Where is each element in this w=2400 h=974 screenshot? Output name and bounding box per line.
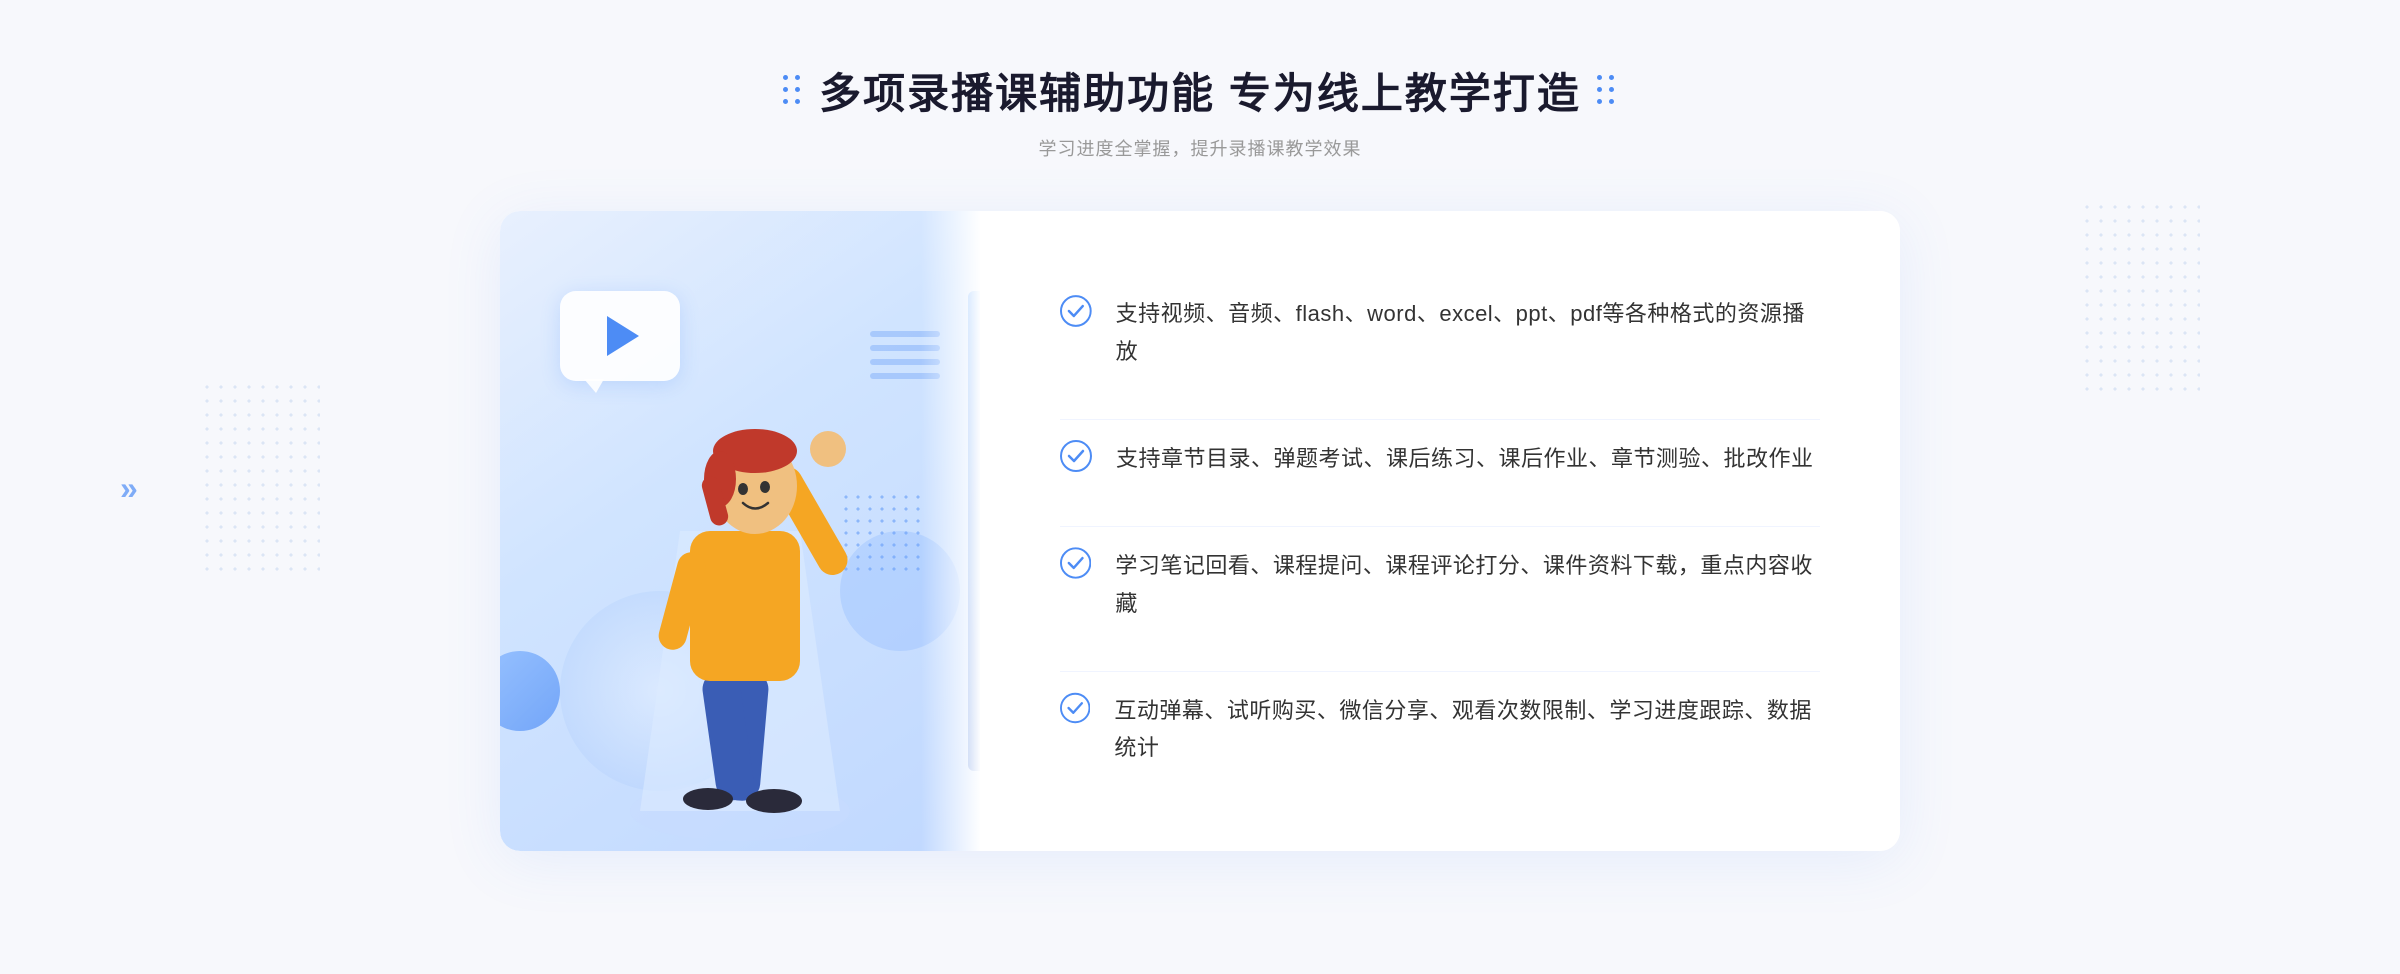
check-icon-4: [1060, 692, 1090, 724]
accent-bar: [968, 291, 980, 771]
page-wrapper: » 多项录播课辅助功能 专为线上教学打造 学习进度全掌握，提升录播课教学效果: [0, 0, 2400, 974]
feature-text-3: 学习笔记回看、课程提问、课程评论打分、课件资料下载，重点内容收藏: [1115, 547, 1820, 622]
page-title: 多项录播课辅助功能 专为线上教学打造: [783, 60, 1617, 121]
page-subtitle: 学习进度全掌握，提升录播课教学效果: [783, 135, 1617, 161]
feature-text-4: 互动弹幕、试听购买、微信分享、观看次数限制、学习进度跟踪、数据统计: [1114, 692, 1820, 767]
chevron-left-icon: »: [120, 470, 138, 507]
title-text: 多项录播课辅助功能 专为线上教学打造: [819, 60, 1581, 121]
person-illustration: [600, 331, 880, 851]
feature-item-1: 支持视频、音频、flash、word、excel、ppt、pdf等各种格式的资源…: [1060, 275, 1820, 390]
feature-text-1: 支持视频、音频、flash、word、excel、ppt、pdf等各种格式的资源…: [1116, 295, 1820, 370]
check-icon-3: [1060, 547, 1091, 579]
figure-container: [600, 331, 880, 851]
title-dot-grid-right: [1597, 75, 1617, 107]
illustration-area: [500, 211, 980, 851]
title-dot-grid-left: [783, 75, 803, 107]
bg-dots-right: [2080, 200, 2200, 400]
feature-item-2: 支持章节目录、弹题考试、课后练习、课后作业、章节测验、批改作业: [1060, 419, 1820, 497]
main-content-card: 支持视频、音频、flash、word、excel、ppt、pdf等各种格式的资源…: [500, 211, 1900, 851]
header-section: 多项录播课辅助功能 专为线上教学打造 学习进度全掌握，提升录播课教学效果: [783, 60, 1617, 161]
deco-lines: [870, 331, 940, 411]
feature-item-3: 学习笔记回看、课程提问、课程评论打分、课件资料下载，重点内容收藏: [1060, 526, 1820, 642]
check-icon-2: [1060, 440, 1092, 472]
bg-dots-left: [200, 380, 320, 580]
check-icon-1: [1060, 295, 1092, 327]
feature-text-2: 支持章节目录、弹题考试、课后练习、课后作业、章节测验、批改作业: [1116, 440, 1814, 477]
features-area: 支持视频、音频、flash、word、excel、ppt、pdf等各种格式的资源…: [980, 211, 1900, 851]
feature-item-4: 互动弹幕、试听购买、微信分享、观看次数限制、学习进度跟踪、数据统计: [1060, 671, 1820, 787]
deco-small-circle: [500, 651, 560, 731]
